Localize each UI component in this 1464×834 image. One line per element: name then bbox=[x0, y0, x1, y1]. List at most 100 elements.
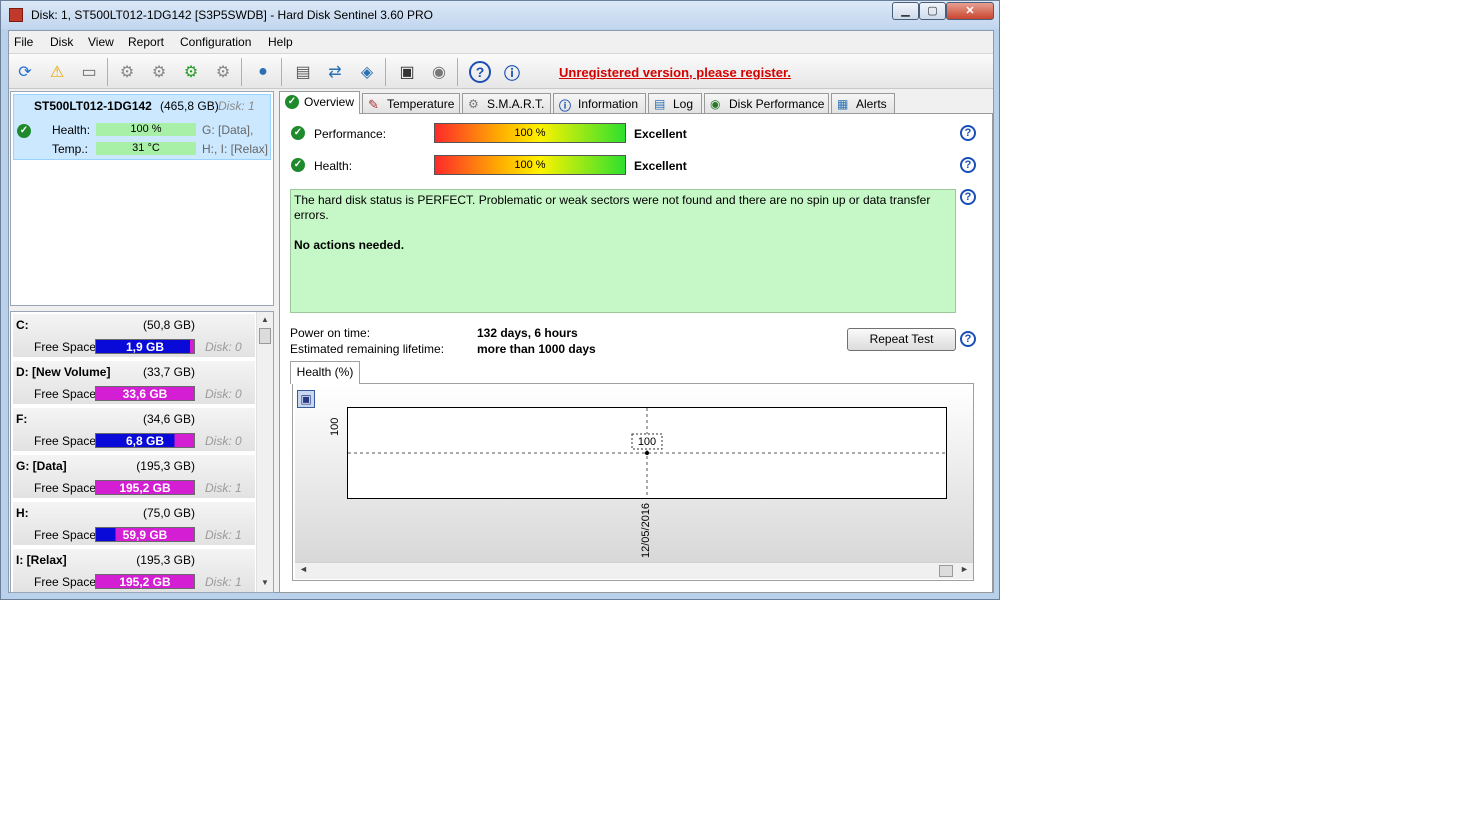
help-icon[interactable]: ? bbox=[960, 125, 976, 141]
data-label: 100 bbox=[638, 436, 656, 448]
repeat-test-button[interactable]: Repeat Test bbox=[847, 328, 956, 351]
disk-test-1-icon[interactable]: ⚙ bbox=[114, 59, 140, 85]
tab-alerts[interactable]: ▦ Alerts bbox=[831, 93, 895, 113]
check-icon: ✓ bbox=[285, 95, 299, 109]
lifetime-label: Estimated remaining lifetime: bbox=[290, 342, 445, 356]
chart-scrollbar[interactable]: ◄ ► bbox=[295, 562, 973, 579]
free-space-bar: 6,8 GB bbox=[95, 433, 195, 448]
status-text: The hard disk status is PERFECT. Problem… bbox=[294, 193, 931, 222]
disk-size: (465,8 GB) bbox=[160, 99, 219, 113]
menu-report[interactable]: Report bbox=[128, 35, 164, 49]
overview-page: ✓ Performance: 100 % Excellent ? ✓ Healt… bbox=[279, 113, 993, 593]
volume-item[interactable]: C: (50,8 GB) Free Space 1,9 GB Disk: 0 bbox=[13, 314, 255, 359]
disk-item-selected[interactable]: ST500LT012-1DG142 (465,8 GB) Disk: 1 ✓ H… bbox=[13, 94, 271, 160]
tab-label: Overview bbox=[304, 95, 355, 109]
health-value: 100 % bbox=[514, 159, 546, 171]
free-space-label: Free Space bbox=[34, 340, 97, 354]
disk-drive-icon[interactable]: ▭ bbox=[76, 59, 102, 85]
menu-view[interactable]: View bbox=[88, 35, 114, 49]
status-box: The hard disk status is PERFECT. Problem… bbox=[290, 189, 956, 313]
temp-bar: 31 °C bbox=[96, 142, 196, 155]
scroll-up-icon[interactable]: ▲ bbox=[261, 315, 269, 324]
tab-label: Temperature bbox=[387, 97, 455, 111]
free-space-label: Free Space bbox=[34, 434, 97, 448]
help-icon[interactable]: ? bbox=[960, 157, 976, 173]
volume-size: (195,3 GB) bbox=[136, 553, 195, 567]
volume-name: I: [Relax] bbox=[16, 553, 67, 567]
free-space-label: Free Space bbox=[34, 575, 97, 589]
tab-log[interactable]: ▤ Log bbox=[648, 93, 702, 113]
scroll-down-icon[interactable]: ▼ bbox=[261, 578, 269, 587]
disk-test-4-icon[interactable]: ⚙ bbox=[210, 59, 236, 85]
menu-disk[interactable]: Disk bbox=[50, 35, 73, 49]
help-icon[interactable]: ? bbox=[960, 331, 976, 347]
health-drives: G: [Data], bbox=[202, 123, 254, 137]
speaker-icon[interactable]: ◉ bbox=[426, 59, 452, 85]
check-icon: ✓ bbox=[17, 124, 31, 138]
globe-icon[interactable]: ● bbox=[250, 59, 276, 85]
power-on-value: 132 days, 6 hours bbox=[477, 326, 578, 340]
scroll-right-icon[interactable]: ► bbox=[960, 564, 969, 574]
performance-label: Performance: bbox=[314, 127, 387, 141]
close-button[interactable]: ✕ bbox=[946, 2, 994, 20]
terminal-icon[interactable]: ▣ bbox=[394, 59, 420, 85]
volume-item[interactable]: H: (75,0 GB) Free Space 59,9 GB Disk: 1 bbox=[13, 502, 255, 547]
free-space-value: 59,9 GB bbox=[122, 528, 168, 542]
chart-tab-health[interactable]: Health (%) bbox=[290, 361, 360, 384]
volume-disk: Disk: 1 bbox=[205, 528, 242, 542]
volume-disk: Disk: 1 bbox=[205, 481, 242, 495]
minimize-button[interactable]: ▁ bbox=[892, 2, 919, 20]
volume-size: (34,6 GB) bbox=[142, 412, 195, 426]
menu-help[interactable]: Help bbox=[268, 35, 293, 49]
volume-item[interactable]: D: [New Volume] (33,7 GB) Free Space 33,6 G… bbox=[13, 361, 255, 406]
alert-icon[interactable]: ⚠ bbox=[44, 59, 70, 85]
volume-name: G: [Data] bbox=[16, 459, 67, 473]
menu-configuration[interactable]: Configuration bbox=[180, 35, 251, 49]
info-icon[interactable]: ⓘ bbox=[499, 59, 525, 85]
tab-label: Information bbox=[578, 97, 639, 111]
scroll-thumb[interactable] bbox=[939, 565, 953, 577]
sync-icon[interactable]: ⇄ bbox=[322, 59, 348, 85]
app-icon bbox=[9, 8, 23, 22]
volume-item[interactable]: I: [Relax] (195,3 GB) Free Space 195,2 GB Di… bbox=[13, 549, 255, 592]
disk-test-2-icon[interactable]: ⚙ bbox=[146, 59, 172, 85]
app-frame: File Disk View Report Configuration Help… bbox=[8, 30, 994, 593]
unregistered-link[interactable]: Unregistered version, please register. bbox=[559, 65, 791, 80]
help-icon[interactable]: ? bbox=[467, 59, 493, 85]
disk-name: ST500LT012-1DG142 bbox=[34, 99, 152, 113]
tab-information[interactable]: ⓘ Information bbox=[553, 93, 646, 113]
tab-overview[interactable]: ✓ Overview bbox=[279, 91, 360, 114]
tab-label: Log bbox=[673, 97, 694, 111]
tab-smart[interactable]: ⚙ S.M.A.R.T. bbox=[462, 93, 551, 113]
health-label: Health: bbox=[52, 123, 91, 137]
free-space-label: Free Space bbox=[34, 528, 97, 542]
refresh-icon[interactable]: ⟳ bbox=[12, 59, 38, 85]
log-icon: ▤ bbox=[654, 97, 666, 111]
tab-disk-performance[interactable]: ◉ Disk Performance bbox=[704, 93, 829, 113]
volume-name: C: bbox=[16, 318, 29, 332]
volume-item[interactable]: F: (34,6 GB) Free Space 6,8 GB Disk: 0 bbox=[13, 408, 255, 453]
title-bar[interactable]: Disk: 1, ST500LT012-1DG142 [S3P5SWDB] - … bbox=[1, 1, 999, 29]
disk-test-3-icon[interactable]: ⚙ bbox=[178, 59, 204, 85]
network-icon[interactable]: ◈ bbox=[354, 59, 380, 85]
maximize-button[interactable]: ▢ bbox=[919, 2, 946, 20]
volume-disk: Disk: 0 bbox=[205, 387, 242, 401]
menu-file[interactable]: File bbox=[14, 35, 33, 49]
performance-value: 100 % bbox=[514, 127, 546, 139]
volume-item[interactable]: G: [Data] (195,3 GB) Free Space 195,2 GB Dis… bbox=[13, 455, 255, 500]
toolbar-separator bbox=[281, 58, 282, 86]
volume-disk: Disk: 0 bbox=[205, 340, 242, 354]
volume-scrollbar[interactable]: ▲ ▼ bbox=[256, 312, 273, 592]
free-space-value: 6,8 GB bbox=[125, 434, 164, 448]
save-chart-icon[interactable]: ▣ bbox=[297, 390, 315, 408]
help-icon[interactable]: ? bbox=[960, 189, 976, 205]
free-space-bar: 59,9 GB bbox=[95, 527, 195, 542]
chart-svg: 100 bbox=[348, 408, 946, 498]
right-panel: ✓ Overview ✎ Temperature ⚙ S.M.A.R.T. ⓘ Info… bbox=[279, 91, 993, 593]
check-icon: ✓ bbox=[291, 158, 305, 172]
report-icon[interactable]: ▤ bbox=[290, 59, 316, 85]
volume-size: (195,3 GB) bbox=[136, 459, 195, 473]
scroll-left-icon[interactable]: ◄ bbox=[299, 564, 308, 574]
tab-temperature[interactable]: ✎ Temperature bbox=[362, 93, 460, 113]
scroll-thumb[interactable] bbox=[259, 328, 271, 344]
